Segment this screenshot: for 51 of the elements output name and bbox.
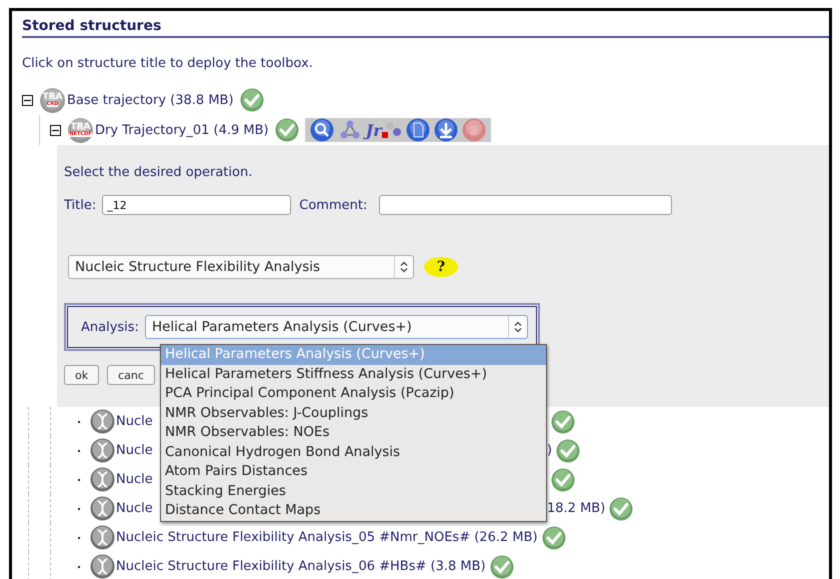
tree-item[interactable]: Nucle <box>116 414 153 429</box>
check-icon <box>240 88 264 112</box>
form-button[interactable]: ok <box>64 365 100 385</box>
dropdown-option[interactable]: PCA Principal Component Analysis (Pcazip) <box>161 384 546 404</box>
helix-icon <box>90 409 115 434</box>
check-icon <box>551 410 575 434</box>
helix-icon <box>90 496 115 521</box>
dropdown-option[interactable]: NMR Observables: J-Couplings <box>161 404 546 423</box>
updown-icon <box>514 321 522 333</box>
field-label: Comment: <box>299 198 368 212</box>
helix-icon <box>90 525 115 550</box>
tree-item[interactable]: Nucleic Structure Flexibility Analysis_06 #HBs# (3.8 MB) <box>116 559 486 574</box>
dropdown-option[interactable]: Canonical Hydrogen Bond Analysis <box>161 442 546 462</box>
helix-icon <box>90 438 115 463</box>
instruction-text: Click on structure title to deploy the toolbox. <box>22 56 314 71</box>
dropdown-option[interactable]: Distance Contact Maps <box>161 501 546 520</box>
help-bubble[interactable]: ? <box>424 257 458 277</box>
tree-item[interactable]: Nucle <box>116 501 153 516</box>
dropdown-option[interactable]: Atom Pairs Distances <box>161 462 546 482</box>
title-field[interactable]: _12 <box>102 195 292 215</box>
field-label: Analysis: <box>81 320 139 334</box>
tree-item[interactable]: Nucle <box>116 472 153 487</box>
section-title: Stored structures <box>22 18 829 38</box>
tree-item[interactable]: 18.2 MB) <box>547 501 606 516</box>
tree-item[interactable]: Base trajectory (38.8 MB) <box>67 92 234 108</box>
tree-item[interactable]: ) <box>547 443 552 458</box>
analysis-select[interactable]: Helical Parameters Analysis (Curves+) <box>144 315 528 339</box>
field-label: Title: <box>64 198 96 212</box>
check-icon <box>542 526 566 550</box>
tree-item[interactable]: Nucle <box>116 443 153 458</box>
jmol-button[interactable]: Jr <box>366 120 402 140</box>
dropdown-option[interactable]: NMR Observables: NOEs <box>161 423 546 442</box>
prompt-text: Select the desired operation. <box>64 165 254 180</box>
operation-select[interactable]: Nucleic Structure Flexibility Analysis <box>68 255 414 279</box>
check-icon <box>609 496 634 520</box>
updown-icon <box>400 261 408 273</box>
collapse-toggle[interactable] <box>22 94 33 106</box>
helix-icon <box>90 467 115 492</box>
check-icon <box>556 438 580 462</box>
search-icon[interactable] <box>310 118 334 142</box>
dropdown-option[interactable]: Helical Parameters Stiffness Analysis (Curves+) <box>161 364 546 384</box>
form-button[interactable]: canc <box>107 365 155 385</box>
check-icon <box>551 468 575 492</box>
tree-item[interactable]: Nucleic Structure Flexibility Analysis_05 #Nmr_NOEs# (26.2 MB) <box>116 530 538 545</box>
comment-field[interactable] <box>379 195 672 215</box>
dropdown-option[interactable]: Stacking Energies <box>161 482 546 501</box>
check-icon <box>274 118 299 142</box>
download-icon[interactable] <box>434 118 458 142</box>
collapse-toggle[interactable] <box>50 124 61 136</box>
tree-item[interactable]: Dry Trajectory_01 (4.9 MB) <box>95 122 269 138</box>
document-icon[interactable] <box>406 118 430 142</box>
